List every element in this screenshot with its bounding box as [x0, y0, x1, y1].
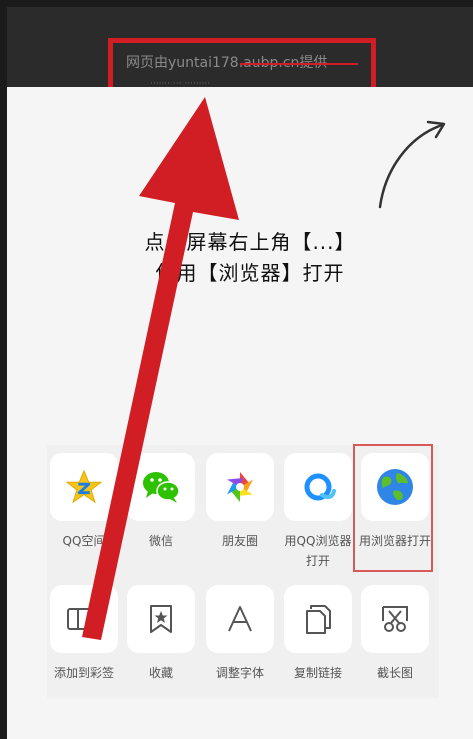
share-label: 复制链接	[293, 666, 342, 680]
add-tag-tile[interactable]	[50, 585, 118, 653]
bookmark-star-icon	[150, 605, 172, 633]
share-wechat[interactable]: 微信	[124, 445, 198, 565]
wechat-tile[interactable]	[127, 453, 195, 521]
font-tile[interactable]	[206, 585, 274, 653]
favorite-tile[interactable]	[127, 585, 195, 653]
moments-tile[interactable]	[206, 453, 274, 521]
qzone-star-icon	[65, 469, 103, 504]
share-label: 添加到彩签	[53, 666, 114, 680]
share-label: 调整字体	[215, 666, 264, 680]
share-label: 用QQ浏览器打开	[284, 534, 352, 568]
share-label: 朋友圈	[221, 534, 258, 548]
share-label: QQ空间	[62, 534, 106, 548]
qzone-tile[interactable]	[50, 453, 118, 521]
font-a-icon	[228, 606, 252, 632]
share-moments[interactable]: 朋友圈	[203, 445, 277, 565]
moments-aperture-icon	[225, 472, 255, 502]
share-favorite[interactable]: 收藏	[124, 577, 198, 697]
window-tag-icon	[67, 608, 101, 630]
hint-line-1: 点击屏幕右上角【...】	[144, 230, 356, 254]
share-label: 收藏	[148, 666, 173, 680]
copy-icon	[306, 605, 331, 634]
screenshot-scissors-icon	[382, 606, 408, 632]
share-qq-browser[interactable]: 用QQ浏览器打开	[281, 445, 355, 568]
share-label: 微信	[148, 534, 173, 548]
share-copy-link[interactable]: 复制链接	[281, 577, 355, 697]
copy-tile[interactable]	[284, 585, 352, 653]
share-add-tag[interactable]: 添加到彩签	[47, 577, 121, 697]
wechat-icon	[143, 472, 180, 503]
share-qzone[interactable]: QQ空间	[47, 445, 121, 565]
qq-browser-icon	[304, 473, 336, 501]
share-long-screenshot[interactable]: 截长图	[358, 577, 432, 697]
qq-browser-tile[interactable]	[284, 453, 352, 521]
curved-arrow-icon	[378, 120, 446, 209]
share-font-size[interactable]: 调整字体	[203, 577, 277, 697]
hint-line-2: 使用【浏览器】打开	[155, 261, 345, 285]
share-label: 截长图	[376, 666, 413, 680]
browser-option-highlight	[353, 444, 433, 572]
screenshot-tile[interactable]	[361, 585, 429, 653]
